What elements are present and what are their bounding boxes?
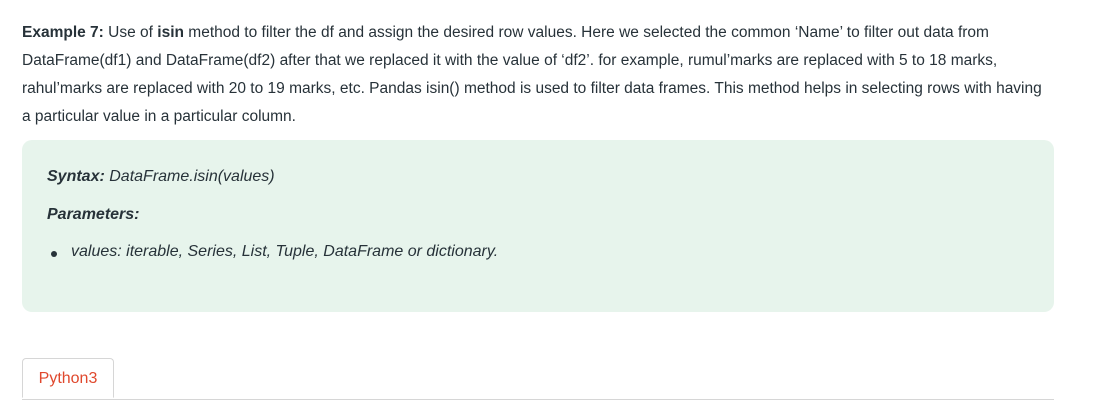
example-label: Example 7: xyxy=(22,24,104,41)
syntax-box: Syntax: DataFrame.isin(values) Parameter… xyxy=(22,140,1054,312)
syntax-line: Syntax: DataFrame.isin(values) xyxy=(47,168,275,186)
parameters-label: Parameters: xyxy=(47,206,140,223)
syntax-value: DataFrame.isin(values) xyxy=(104,168,275,185)
code-tabbar: Python3 xyxy=(22,358,1054,400)
parameters-list: values: iterable, Series, List, Tuple, D… xyxy=(47,243,498,261)
bullet-icon xyxy=(51,251,57,257)
parameter-text: values: iterable, Series, List, Tuple, D… xyxy=(71,243,499,260)
intro-text-1: Use of xyxy=(103,24,158,41)
parameter-item: values: iterable, Series, List, Tuple, D… xyxy=(47,243,498,261)
tab-python3[interactable]: Python3 xyxy=(22,358,114,398)
syntax-label: Syntax: xyxy=(47,168,105,185)
method-name: isin xyxy=(157,24,184,41)
example-paragraph: Example 7: Use of isin method to filter … xyxy=(22,19,1052,131)
